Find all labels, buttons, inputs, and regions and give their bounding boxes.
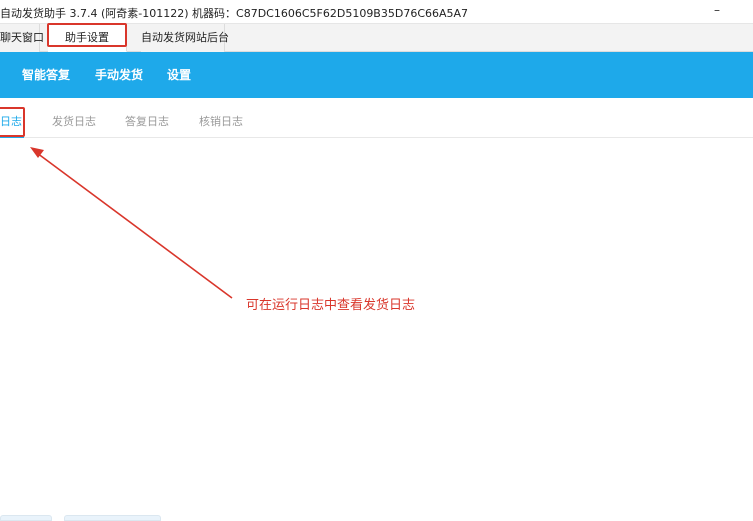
tab-auto-delivery-admin[interactable]: 自动发货网站后台: [141, 24, 229, 52]
subtab-reply-log[interactable]: 答复日志: [125, 105, 169, 138]
main-toolbar: 智能答复 手动发货 设置: [0, 52, 753, 98]
log-sub-tabs: 日志 发货日志 答复日志 核销日志: [0, 105, 753, 138]
window-title: 自动发货助手 3.7.4 (阿奇素-101122) 机器码：C87DC1606C…: [0, 7, 469, 20]
log-content-area: [0, 139, 753, 511]
app-window: 自动发货助手 3.7.4 (阿奇素-101122) 机器码：C87DC1606C…: [0, 0, 753, 521]
minimize-button[interactable]: –: [707, 0, 727, 22]
top-tab-strip: 聊天窗口 助手设置 自动发货网站后台: [0, 24, 753, 52]
toolbar-settings[interactable]: 设置: [167, 52, 191, 98]
annotation-text: 可在运行日志中查看发货日志: [246, 298, 416, 313]
bottom-tab-2[interactable]: [64, 515, 161, 521]
subtab-delivery-log[interactable]: 发货日志: [52, 105, 96, 138]
subtab-run-log[interactable]: 日志: [0, 105, 24, 138]
tab-assistant-settings[interactable]: 助手设置: [48, 24, 127, 52]
toolbar-manual-delivery[interactable]: 手动发货: [95, 52, 143, 98]
subtab-verify-log[interactable]: 核销日志: [199, 105, 243, 138]
tab-chat-window[interactable]: 聊天窗口: [0, 24, 44, 52]
title-bar: 自动发货助手 3.7.4 (阿奇素-101122) 机器码：C87DC1606C…: [0, 0, 753, 24]
bottom-tab-1[interactable]: [0, 515, 52, 521]
toolbar-smart-reply[interactable]: 智能答复: [22, 52, 70, 98]
